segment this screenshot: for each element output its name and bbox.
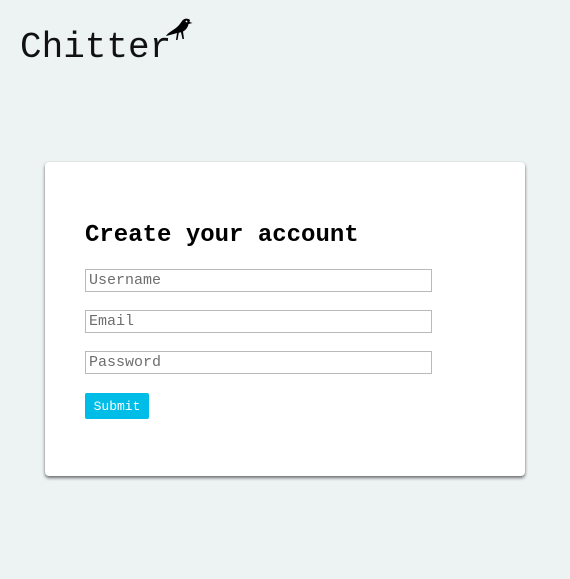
username-input[interactable] (85, 269, 432, 292)
page-title: Create your account (85, 222, 359, 249)
signup-card: Create your account Submit (45, 162, 525, 476)
password-input[interactable] (85, 351, 432, 374)
submit-button[interactable]: Submit (85, 393, 149, 419)
logo-text: Chitter (20, 27, 172, 68)
email-input[interactable] (85, 310, 432, 333)
app-logo[interactable]: Chitter (20, 18, 200, 72)
bird-icon (166, 18, 193, 40)
